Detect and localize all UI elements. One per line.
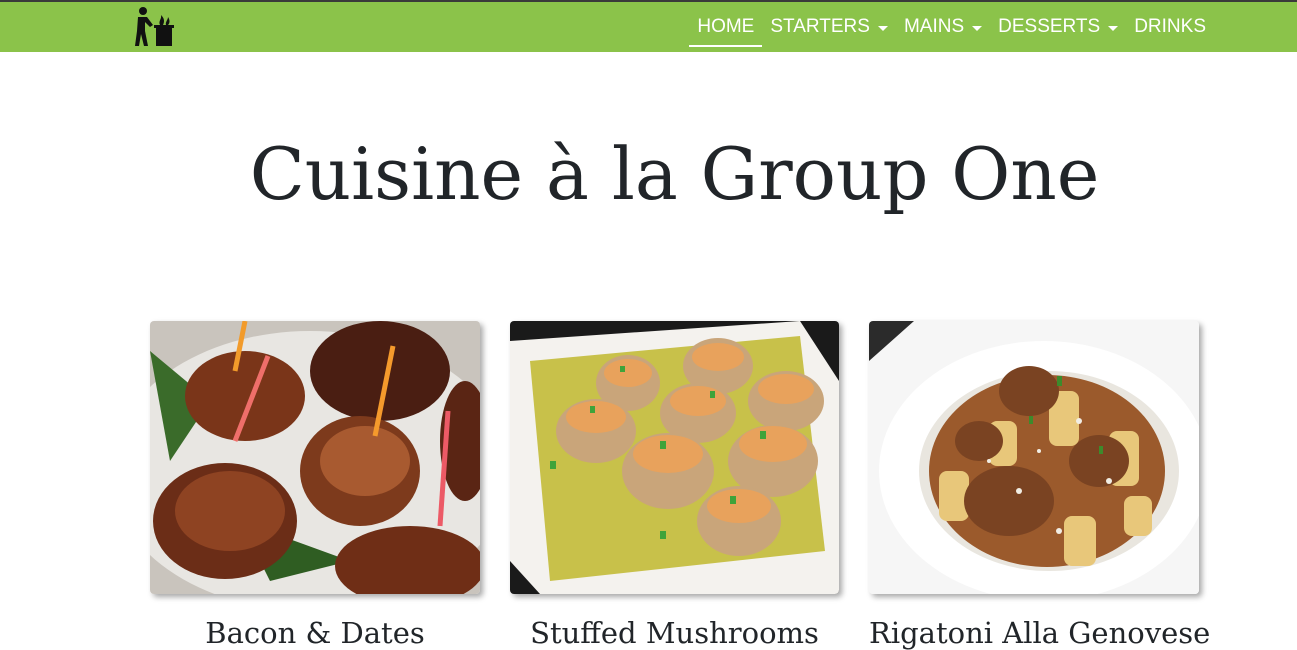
- caret-down-icon: [972, 25, 983, 31]
- nav-desserts-label: DESSERTS: [998, 16, 1101, 37]
- nav-menu: HOME STARTERS MAINS DESSERTS DRINKS: [689, 2, 1214, 52]
- nav-home[interactable]: HOME: [689, 2, 763, 52]
- nav-mains-label: MAINS: [903, 16, 965, 37]
- nav-mains-dropdown[interactable]: MAINS: [896, 2, 990, 52]
- caret-down-icon: [1108, 25, 1119, 31]
- recipe-card-bacon-dates[interactable]: Bacon & Dates: [150, 321, 480, 650]
- nav-home-label: HOME: [697, 16, 755, 37]
- chef-cooking-icon[interactable]: [134, 6, 176, 48]
- recipe-card-title[interactable]: Bacon & Dates: [150, 616, 480, 650]
- nav-drinks[interactable]: DRINKS: [1126, 2, 1214, 52]
- recipe-card-rigatoni-genovese[interactable]: Rigatoni Alla Genovese: [869, 321, 1210, 650]
- nav-starters-label: STARTERS: [770, 16, 870, 37]
- stuffed-mushrooms-photo[interactable]: [510, 321, 839, 594]
- rigatoni-genovese-photo[interactable]: [869, 321, 1199, 594]
- recipe-card-stuffed-mushrooms[interactable]: Stuffed Mushrooms: [510, 321, 839, 650]
- nav-desserts-dropdown[interactable]: DESSERTS: [990, 2, 1126, 52]
- nav-drinks-label: DRINKS: [1134, 16, 1206, 37]
- page-title: Cuisine à la Group One: [249, 132, 1100, 216]
- recipe-card-title[interactable]: Rigatoni Alla Genovese: [869, 616, 1210, 650]
- caret-down-icon: [877, 25, 888, 31]
- recipe-card-title[interactable]: Stuffed Mushrooms: [510, 616, 839, 650]
- nav-starters-dropdown[interactable]: STARTERS: [762, 2, 896, 52]
- bacon-wrapped-dates-photo[interactable]: [150, 321, 480, 594]
- navbar: HOME STARTERS MAINS DESSERTS DRINKS: [0, 2, 1297, 52]
